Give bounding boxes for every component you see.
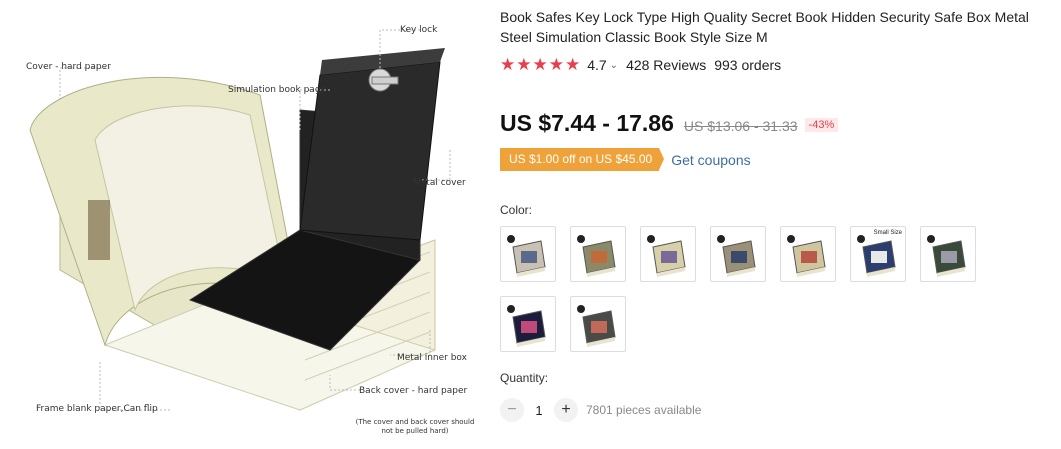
rating-row: ★★★★★ 4.7 ⌄ 428 Reviews 993 orders (500, 55, 782, 74)
discount-badge: -43% (804, 118, 839, 132)
product-main-image[interactable]: Key lock Cover - hard paper Simulation b… (0, 0, 490, 449)
color-swatch[interactable]: Small Size (850, 226, 906, 282)
swatch-book-thumbnail (577, 305, 616, 347)
callout-note: (The cover and back cover should not be … (355, 418, 475, 435)
quantity-input[interactable]: 1 (524, 403, 554, 418)
callout-metal-cover: Metal cover (413, 178, 466, 188)
product-title: Book Safes Key Lock Type High Quality Se… (500, 9, 1029, 45)
quantity-stepper: − 1 + 7801 pieces available (500, 398, 701, 422)
callout-simulation-page: Simulation book page (228, 85, 327, 95)
swatch-label: Small Size (873, 230, 902, 236)
price-row: US $7.44 - 17.86 US $13.06 - 31.33 -43% (500, 110, 839, 137)
callout-metal-inner-box: Metal inner box (397, 353, 467, 363)
current-price: US $7.44 - 17.86 (500, 110, 674, 136)
callout-back-cover: Back cover - hard paper (359, 386, 468, 396)
swatch-book-thumbnail (787, 235, 826, 277)
color-swatch[interactable] (500, 226, 556, 282)
quantity-label: Quantity: (500, 371, 549, 385)
swatch-book-thumbnail (717, 235, 756, 277)
color-swatch[interactable] (500, 296, 556, 352)
swatch-book-thumbnail (647, 235, 686, 277)
swatch-book-thumbnail (507, 235, 546, 277)
quantity-decrease-button[interactable]: − (500, 398, 524, 422)
orders-count: 993 orders (714, 57, 782, 73)
color-swatch[interactable] (640, 226, 696, 282)
original-price: US $13.06 - 31.33 (683, 118, 798, 134)
color-swatch[interactable] (570, 226, 626, 282)
swatch-book-thumbnail (507, 305, 546, 347)
rating-stars-icon: ★★★★★ (500, 55, 582, 74)
callout-cover: Cover - hard paper (26, 62, 111, 72)
swatch-book-thumbnail (927, 235, 966, 277)
color-swatch[interactable] (710, 226, 766, 282)
coupon-row: US $1.00 off on US $45.00 Get coupons (500, 148, 751, 171)
stock-available: 7801 pieces available (586, 403, 702, 417)
reviews-link[interactable]: 428 Reviews (626, 57, 706, 73)
color-label: Color: (500, 203, 533, 217)
product-info-panel: Book Safes Key Lock Type High Quality Se… (500, 0, 1061, 449)
color-swatch[interactable] (920, 226, 976, 282)
color-swatch[interactable] (570, 296, 626, 352)
callout-key-lock: Key lock (400, 25, 438, 35)
chevron-down-icon[interactable]: ⌄ (610, 60, 618, 71)
color-swatch[interactable] (780, 226, 836, 282)
quantity-increase-button[interactable]: + (554, 398, 578, 422)
get-coupons-link[interactable]: Get coupons (671, 152, 750, 168)
callout-frame-paper: Frame blank paper,Can flip (36, 404, 158, 414)
rating-value[interactable]: 4.7 (587, 57, 606, 73)
swatch-book-thumbnail (577, 235, 616, 277)
coupon-badge: US $1.00 off on US $45.00 (500, 148, 665, 171)
